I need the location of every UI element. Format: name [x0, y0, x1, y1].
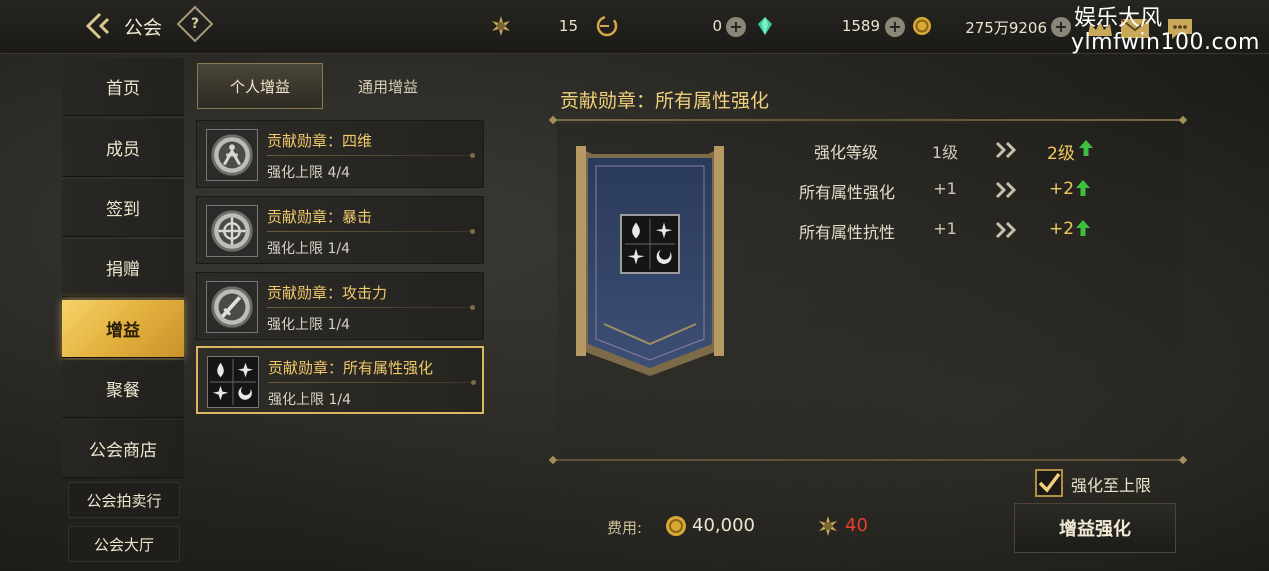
up-arrow-icon [1079, 140, 1093, 156]
stat-current: 1级 [931, 143, 959, 162]
stat-label: 所有属性抗性 [798, 223, 895, 242]
buff-name: 贡献勋章：暴击 [267, 208, 373, 226]
buff-item-critical[interactable]: 贡献勋章：暴击 强化上限 1/4 [196, 196, 484, 264]
tab-personal-buffs[interactable]: 个人增益 [197, 63, 323, 109]
stat-next: +2 [1049, 219, 1075, 239]
help-icon: ? [190, 16, 200, 32]
divider [267, 153, 475, 158]
critical-icon [206, 205, 258, 257]
elements-icon [207, 356, 259, 408]
divider [553, 459, 1183, 461]
attack-sword-icon [206, 281, 258, 333]
buff-name: 贡献勋章：四维 [267, 132, 373, 150]
sidebar-item-home[interactable]: 首页 [62, 58, 184, 116]
double-chevron-icon [995, 141, 1017, 159]
double-chevron-icon [995, 181, 1017, 199]
cost-gold-value: 40,000 [692, 515, 755, 536]
sidebar-item-guild-auction[interactable]: 公会拍卖行 [68, 482, 180, 518]
tab-general-buffs[interactable]: 通用增益 [325, 63, 451, 109]
buff-emblem-icon [620, 214, 680, 274]
divider [267, 305, 475, 310]
sidebar-item-feast[interactable]: 聚餐 [62, 360, 184, 418]
gem-icon [758, 17, 772, 35]
buff-limit: 强化上限 1/4 [267, 317, 350, 333]
currency-c-count: 0 [712, 17, 722, 35]
max-upgrade-checkbox[interactable] [1035, 469, 1063, 497]
add-gold-button[interactable]: + [1051, 17, 1071, 37]
buff-item-four-dimension[interactable]: 贡献勋章：四维 强化上限 4/4 [196, 120, 484, 188]
sidebar-item-donate[interactable]: 捐赠 [62, 239, 184, 297]
page-title: 公会 [124, 17, 163, 39]
divider [268, 380, 476, 385]
watermark-brand: 娱乐大风 [1074, 6, 1163, 31]
add-gem-button[interactable]: + [885, 17, 905, 37]
stat-label: 所有属性强化 [798, 183, 895, 202]
currency-c-icon [596, 15, 618, 37]
buff-item-all-attributes[interactable]: 贡献勋章：所有属性强化 强化上限 1/4 [196, 346, 484, 414]
stat-label: 强化等级 [813, 143, 878, 162]
sidebar-item-members[interactable]: 成员 [62, 119, 184, 177]
cost-label: 费用: [607, 519, 643, 537]
stat-next: +2 [1049, 179, 1075, 199]
stat-current: +1 [933, 179, 957, 198]
four-dimension-icon [206, 129, 258, 181]
gold-coin-icon [913, 17, 931, 35]
stat-current: +1 [933, 219, 957, 238]
sidebar-item-guild-hall[interactable]: 公会大厅 [68, 526, 180, 562]
gem-count: 1589 [841, 17, 880, 35]
add-currency-c-button[interactable]: + [726, 17, 746, 37]
max-upgrade-label[interactable]: 强化至上限 [1071, 472, 1151, 496]
checkmark-icon [1038, 472, 1061, 493]
medal-icon [819, 516, 837, 536]
buff-limit: 强化上限 4/4 [267, 165, 350, 181]
back-arrow-icon[interactable] [80, 10, 112, 42]
buff-limit: 强化上限 1/4 [268, 392, 351, 408]
cost-medal-value: 40 [845, 515, 868, 536]
gold-coin-icon [666, 516, 686, 536]
up-arrow-icon [1076, 180, 1090, 196]
detail-title: 贡献勋章：所有属性强化 [560, 90, 770, 112]
stat-next: 2级 [1047, 144, 1075, 164]
watermark-url: ylmfwin100.com [1071, 30, 1260, 55]
medal-icon [492, 16, 510, 36]
up-arrow-icon [1076, 220, 1090, 236]
divider [267, 229, 475, 234]
medal-count: 15 [558, 17, 578, 35]
help-button[interactable]: ? [176, 5, 214, 43]
buff-name: 贡献勋章：所有属性强化 [268, 359, 434, 377]
double-chevron-icon [995, 221, 1017, 239]
buff-name: 贡献勋章：攻击力 [267, 284, 388, 302]
sidebar-item-buffs[interactable]: 增益 [62, 300, 184, 358]
buff-item-attack[interactable]: 贡献勋章：攻击力 强化上限 1/4 [196, 272, 484, 340]
sidebar-item-guild-shop[interactable]: 公会商店 [62, 420, 184, 478]
upgrade-buff-button[interactable]: 增益强化 [1014, 503, 1176, 553]
sidebar-item-checkin[interactable]: 签到 [62, 179, 184, 237]
buff-limit: 强化上限 1/4 [267, 241, 350, 257]
gold-count: 275万9206 [965, 19, 1047, 37]
divider [553, 119, 1183, 121]
